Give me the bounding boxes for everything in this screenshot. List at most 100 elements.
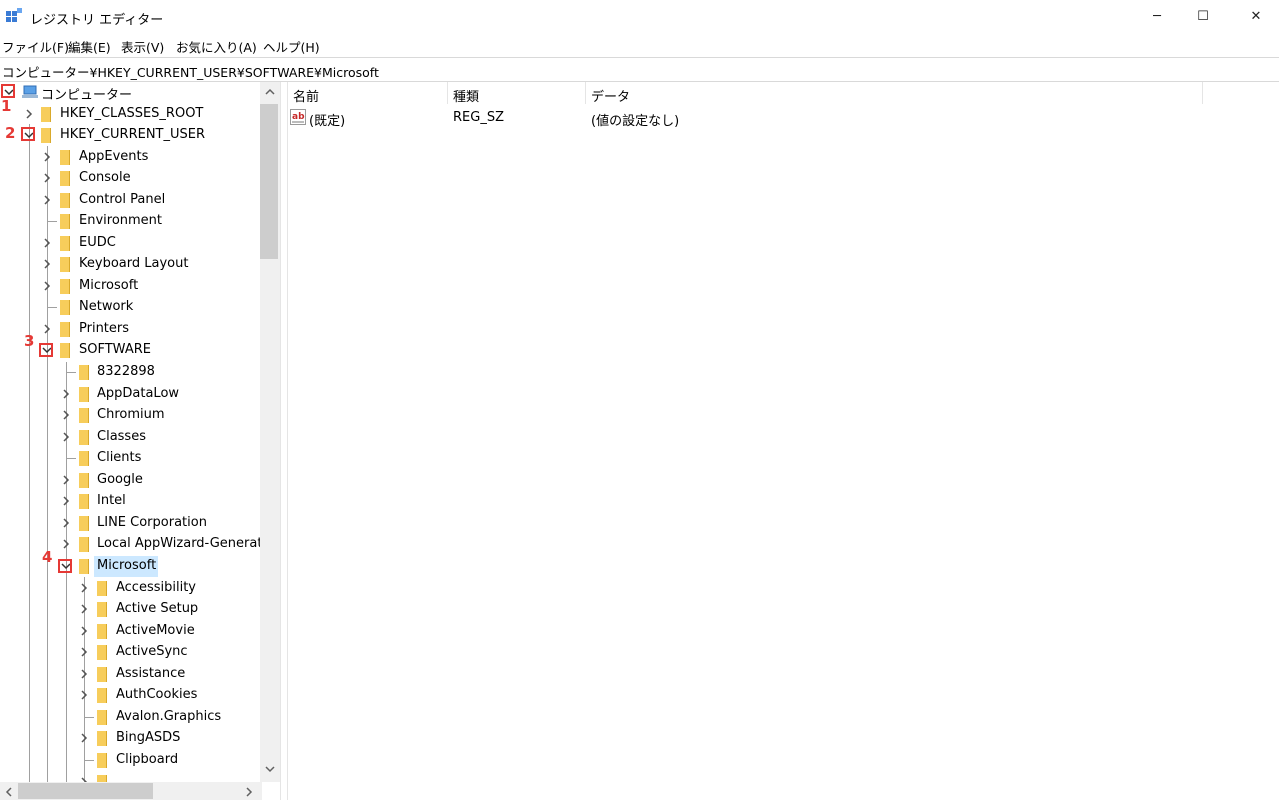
tree-item[interactable]: Avalon.Graphics — [0, 707, 260, 728]
tree-item[interactable]: Chromium — [0, 405, 260, 426]
tree-item[interactable]: ActiveSync — [0, 642, 260, 663]
chevron-right-icon[interactable] — [78, 625, 90, 637]
highlight-box — [21, 127, 35, 141]
tree-item[interactable]: Intel — [0, 491, 260, 512]
tree-vertical-scroll-thumb[interactable] — [260, 104, 278, 259]
column-divider[interactable] — [585, 82, 586, 104]
chevron-right-icon[interactable] — [78, 732, 90, 744]
chevron-right-icon[interactable] — [60, 409, 72, 421]
tree-label: Local AppWizard-Generate — [97, 536, 271, 551]
tree-item[interactable]: AppDataLow — [0, 384, 260, 405]
chevron-right-icon[interactable] — [60, 431, 72, 443]
folder-icon — [79, 430, 89, 445]
menu-favorites[interactable]: お気に入り(A) — [176, 37, 257, 56]
chevron-right-icon[interactable] — [41, 194, 53, 206]
tree-item[interactable]: LINE Corporation — [0, 513, 260, 534]
column-divider[interactable] — [1202, 82, 1203, 104]
tree-item[interactable]: Assistance — [0, 664, 260, 685]
tree-item[interactable]: Clipboard — [0, 750, 260, 771]
tree-item[interactable]: Clients — [0, 448, 260, 469]
column-header-type[interactable]: 種類 — [453, 86, 479, 105]
tree-label: EUDC — [79, 235, 116, 250]
chevron-right-icon[interactable] — [60, 517, 72, 529]
pane-splitter[interactable] — [280, 82, 288, 800]
chevron-right-icon[interactable] — [41, 258, 53, 270]
tree-item-computer[interactable]: コンピューター — [0, 82, 260, 103]
address-bar[interactable]: コンピューター¥HKEY_CURRENT_USER¥SOFTWARE¥Micro… — [0, 57, 1279, 82]
tree-item[interactable]: Keyboard Layout — [0, 254, 260, 275]
tree-item[interactable]: ActiveMovie — [0, 621, 260, 642]
close-button[interactable]: ✕ — [1233, 0, 1279, 32]
chevron-right-icon[interactable] — [78, 582, 90, 594]
chevron-right-icon[interactable] — [41, 237, 53, 249]
chevron-right-icon[interactable] — [41, 151, 53, 163]
scroll-right-icon[interactable] — [244, 786, 254, 798]
scroll-up-icon[interactable] — [264, 87, 276, 97]
tree-horizontal-scroll-thumb[interactable] — [18, 783, 153, 799]
menu-file[interactable]: ファイル(F) — [2, 37, 69, 56]
tree-item[interactable]: Local AppWizard-Generate — [0, 534, 270, 555]
tree-label: Environment — [79, 213, 163, 228]
chevron-right-icon[interactable] — [41, 280, 53, 292]
tree-item[interactable]: Google — [0, 470, 260, 491]
minimize-icon: ─ — [1153, 8, 1161, 24]
tree-item-partial[interactable] — [0, 772, 260, 782]
chevron-right-icon[interactable] — [78, 646, 90, 658]
tree-label: Printers — [79, 321, 130, 336]
tree-item[interactable]: BingASDS — [0, 728, 260, 749]
tree-pane[interactable]: コンピューター HKEY_CLASSES_ROOT HKEY_CURRENT_U… — [0, 82, 280, 782]
folder-icon — [79, 494, 89, 509]
tree-item-hkcr[interactable]: HKEY_CLASSES_ROOT — [0, 104, 260, 125]
scroll-left-icon[interactable] — [4, 786, 14, 798]
chevron-right-icon[interactable] — [78, 689, 90, 701]
folder-icon — [60, 214, 70, 229]
highlight-box — [58, 559, 72, 573]
address-path[interactable]: コンピューター¥HKEY_CURRENT_USER¥SOFTWARE¥Micro… — [2, 62, 379, 81]
maximize-button[interactable]: ☐ — [1180, 0, 1226, 32]
menu-help[interactable]: ヘルプ(H) — [263, 37, 320, 56]
tree-item[interactable]: Microsoft — [0, 276, 260, 297]
scroll-down-icon[interactable] — [264, 764, 276, 774]
tree-item[interactable]: Environment — [0, 211, 260, 232]
chevron-right-icon[interactable] — [60, 474, 72, 486]
chevron-right-icon[interactable] — [60, 388, 72, 400]
tree-item[interactable]: Console — [0, 168, 260, 189]
column-header-data[interactable]: データ — [591, 86, 630, 105]
folder-icon — [60, 257, 70, 272]
step-marker-4: 4 — [42, 548, 53, 566]
tree-label: Classes — [97, 429, 146, 444]
menu-view[interactable]: 表示(V) — [121, 37, 164, 56]
tree-item[interactable]: EUDC — [0, 233, 260, 254]
column-header-name[interactable]: 名前 — [293, 86, 319, 105]
chevron-right-icon[interactable] — [41, 172, 53, 184]
chevron-right-icon[interactable] — [41, 323, 53, 335]
minimize-button[interactable]: ─ — [1134, 0, 1180, 32]
chevron-right-icon[interactable] — [60, 495, 72, 507]
chevron-right-icon[interactable] — [78, 603, 90, 615]
tree-item-hkcu[interactable]: HKEY_CURRENT_USER — [0, 125, 260, 146]
tree-item-microsoft-selected[interactable]: Microsoft — [0, 556, 260, 577]
value-type: REG_SZ — [453, 110, 504, 125]
value-row[interactable]: ab (既定) REG_SZ (値の設定なし) — [287, 107, 1279, 129]
chevron-right-icon[interactable] — [78, 668, 90, 680]
tree-guide-line — [66, 458, 76, 459]
folder-icon — [79, 408, 89, 423]
tree-item[interactable]: Accessibility — [0, 578, 260, 599]
tree-item[interactable]: Network — [0, 297, 260, 318]
tree-item[interactable]: AppEvents — [0, 147, 260, 168]
folder-icon — [79, 451, 89, 466]
folder-icon — [97, 688, 107, 703]
tree-label: ActiveMovie — [116, 623, 195, 638]
tree-item[interactable]: AuthCookies — [0, 685, 260, 706]
chevron-right-icon[interactable] — [23, 108, 35, 120]
tree-item[interactable]: Classes — [0, 427, 260, 448]
tree-item[interactable]: Control Panel — [0, 190, 260, 211]
tree-label: HKEY_CURRENT_USER — [60, 127, 206, 142]
column-divider[interactable] — [447, 82, 448, 104]
menu-edit[interactable]: 編集(E) — [68, 37, 111, 56]
tree-item[interactable]: 8322898 — [0, 362, 260, 383]
tree-item[interactable]: Active Setup — [0, 599, 260, 620]
tree-item[interactable]: Printers — [0, 319, 260, 340]
folder-icon — [97, 624, 107, 639]
chevron-right-icon[interactable] — [60, 538, 72, 550]
